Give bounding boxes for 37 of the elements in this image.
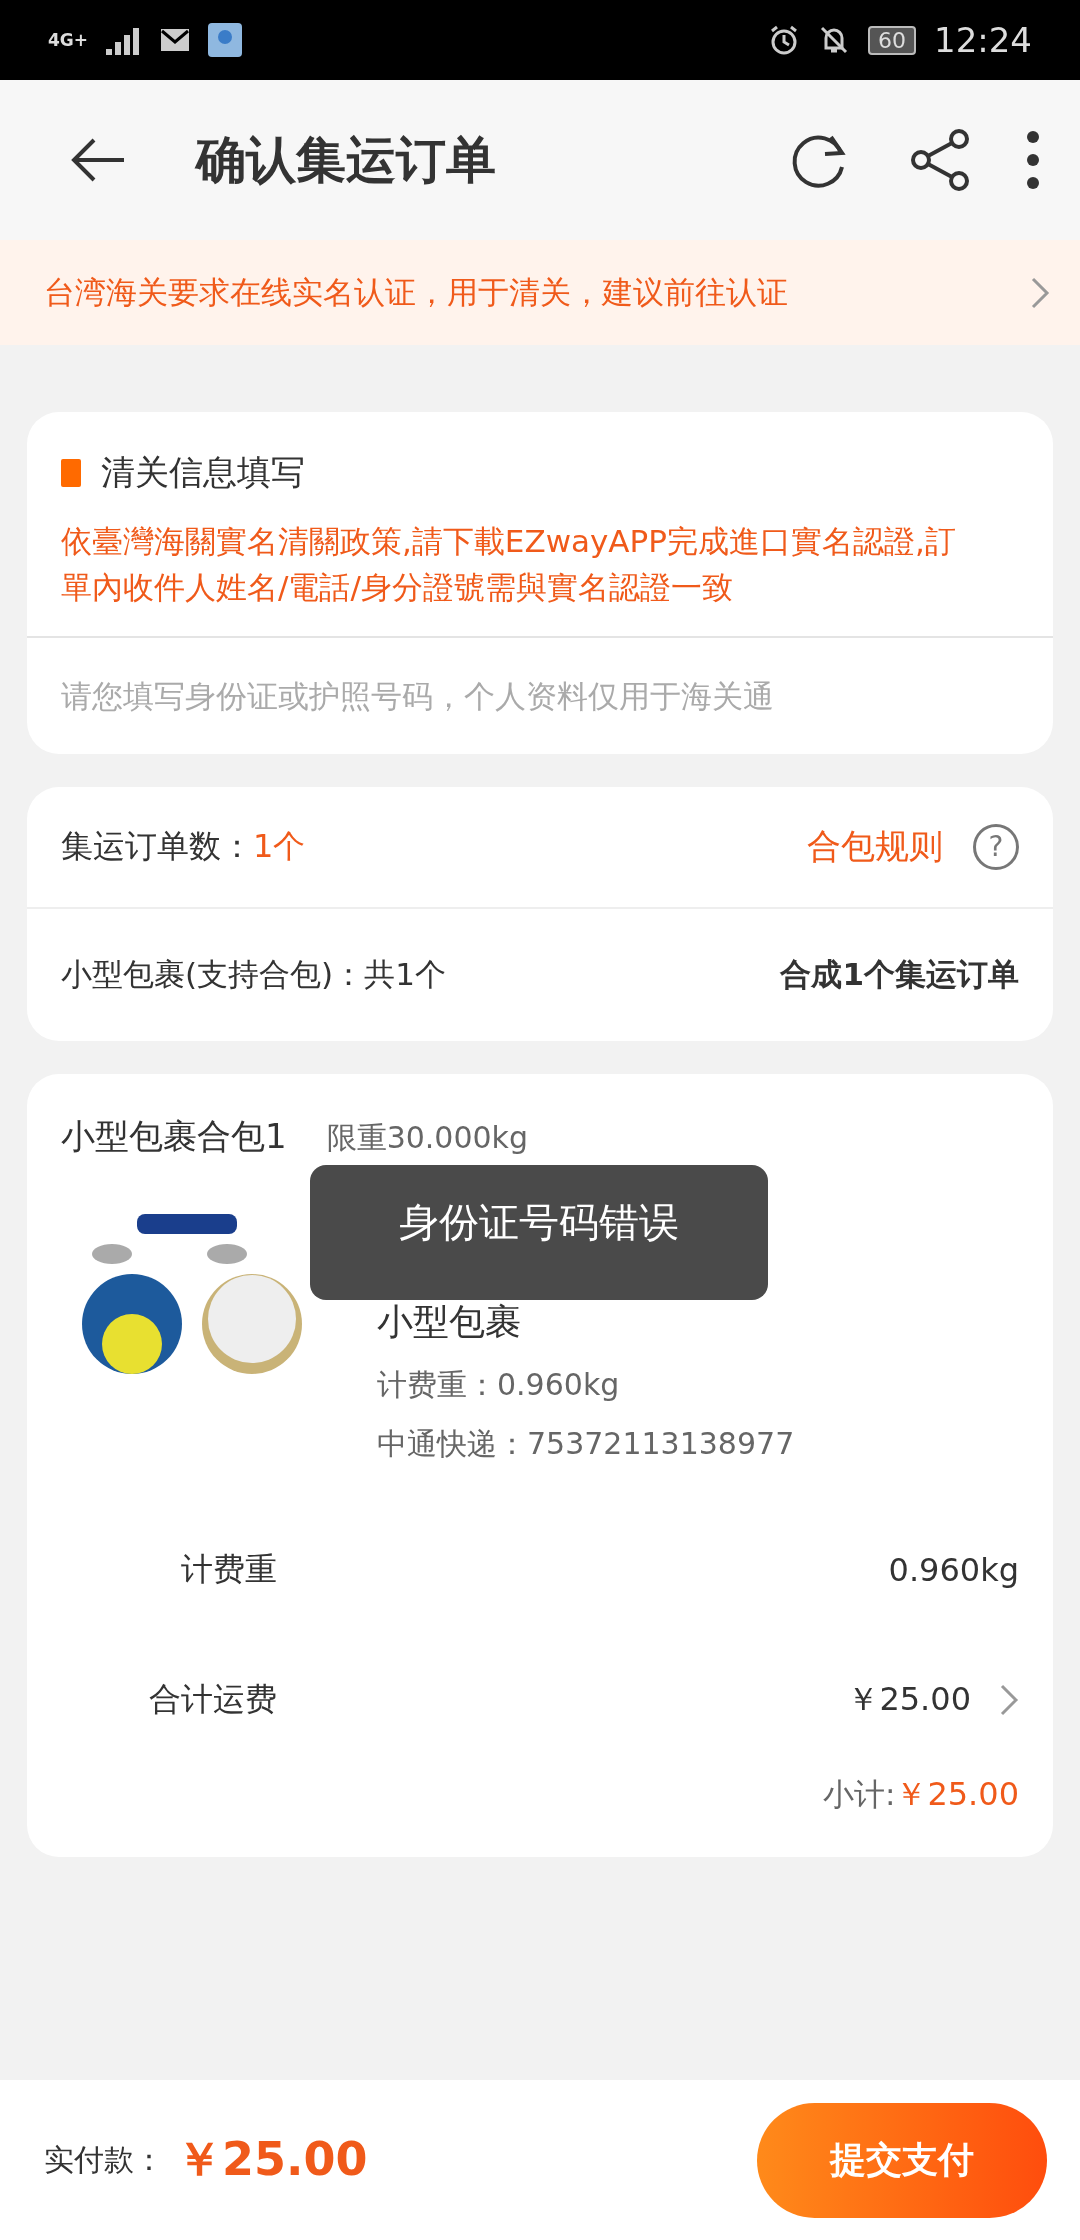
section-title: 清关信息填写	[101, 451, 305, 494]
chevron-icon	[999, 1683, 1019, 1717]
fee-label: 合计运费	[148, 1679, 277, 1720]
document-icon	[61, 459, 81, 487]
error-toast: 身份证号码错误	[310, 1165, 768, 1300]
app-icon	[208, 23, 243, 57]
battery-level: 60	[868, 25, 916, 55]
paid-amount: ￥25.00	[176, 2131, 368, 2188]
item-weight: 计费重：0.960kg	[377, 1366, 621, 1404]
fee-value: ￥25.00	[847, 1679, 971, 1720]
chevron-icon	[1030, 275, 1050, 310]
warning-text: 依臺灣海關實名清關政策,請下載EZwayAPP完成進口實名認證,訂單內收件人姓名/電話/身分證號需與實名認證一致	[60, 522, 957, 607]
order-count-value: 1个	[253, 826, 306, 867]
page-title: 确认集运订单	[196, 129, 497, 191]
subtotal-value: ￥25.00	[895, 1774, 1019, 1815]
item-name: 小型包裹	[377, 1300, 522, 1344]
notice-banner[interactable]: 台湾海关要求在线实名认证，用于清关，建议前往认证	[0, 240, 1080, 345]
merge-result-text: 合成1个集运订单	[780, 955, 1019, 994]
weight-limit-text: 限重30.000kg	[326, 1119, 529, 1157]
alarm-icon	[768, 24, 800, 56]
subtotal-label: 小计:	[822, 1775, 896, 1814]
merge-rules-link[interactable]: 合包规则	[807, 824, 943, 870]
fee-label: 计费重	[180, 1549, 277, 1590]
paid-label: 实付款：	[44, 2140, 164, 2179]
network-label: 4G+	[48, 30, 89, 50]
id-input-field[interactable]: 请您填写身份证或护照号码，个人资料仅用于海关通	[27, 636, 1053, 754]
package-title: 小型包裹合包1	[61, 1115, 287, 1158]
order-count-label: 集运订单数：	[61, 826, 253, 867]
mail-icon	[160, 28, 191, 52]
clock-time: 12:24	[934, 20, 1032, 60]
help-button[interactable]: ?	[973, 824, 1019, 870]
submit-payment-button[interactable]: 提交支付	[757, 2102, 1047, 2218]
fee-value: 0.960kg	[888, 1551, 1019, 1589]
notice-text: 台湾海关要求在线实名认证，用于清关，建议前往认证	[44, 272, 789, 312]
tracking-number: 中通快递：75372113138977	[377, 1425, 795, 1463]
bell-muted-icon	[818, 24, 850, 56]
package-type-text: 小型包裹(支持合包)：共1个	[61, 955, 446, 994]
